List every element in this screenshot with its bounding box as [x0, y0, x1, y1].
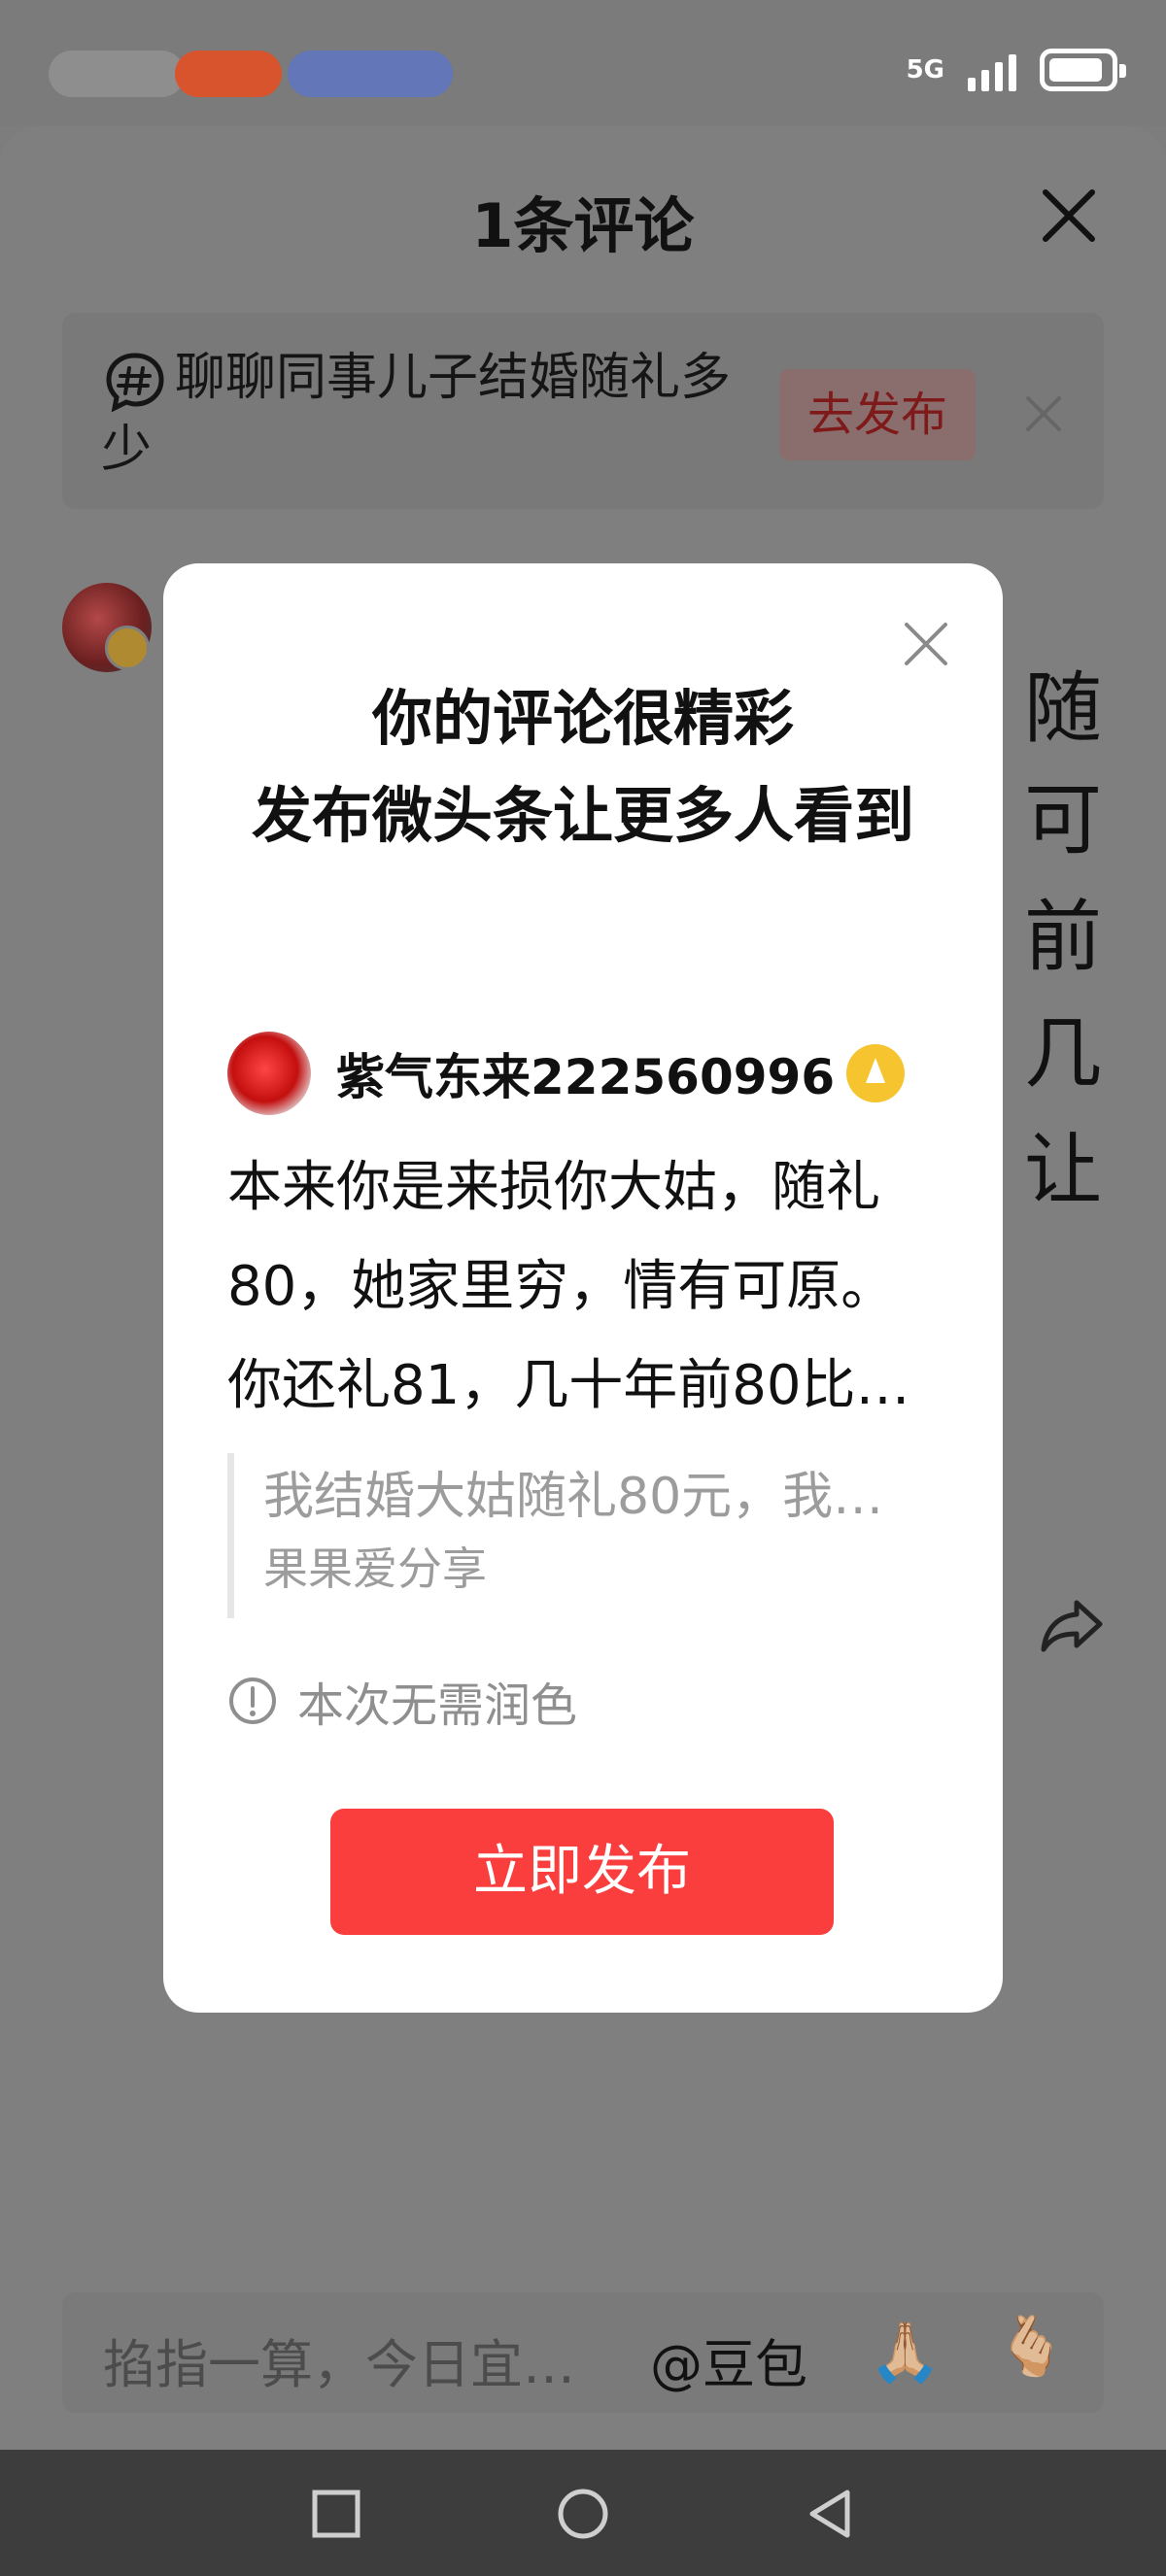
bg-comment-text: 前 [1024, 892, 1102, 982]
topic-bar[interactable]: 聊聊同事儿子结婚随礼多少 去发布 [62, 313, 1104, 509]
publish-modal: 你的评论很精彩 发布微头条让更多人看到 紫气东来222560996 本来你是来损… [163, 563, 1003, 2013]
battery-icon [1040, 49, 1126, 91]
publish-now-button[interactable]: 立即发布 [330, 1809, 834, 1935]
notice: 本次无需润色 [227, 1667, 577, 1735]
recents-icon[interactable] [309, 2487, 363, 2541]
back-icon[interactable] [803, 2487, 857, 2541]
bg-comment-text: 随 [1024, 663, 1102, 754]
notice-text: 本次无需润色 [297, 1678, 578, 1733]
navigation-bar [0, 2450, 1166, 2576]
close-icon[interactable] [1040, 186, 1098, 245]
close-icon[interactable] [902, 620, 950, 668]
avatar[interactable] [62, 583, 152, 672]
signal-icon [968, 49, 1016, 91]
topic-publish-button[interactable]: 去发布 [779, 369, 976, 460]
share-icon[interactable] [1040, 1593, 1104, 1657]
status-notification-icons-blue [288, 51, 453, 97]
home-icon[interactable] [556, 2487, 610, 2541]
sheet-title: 1条评论 [471, 190, 695, 261]
quoted-post: 我结婚大姑随礼80元，我… 果果爱分享 [227, 1453, 944, 1618]
bg-comment-text: 可 [1024, 775, 1102, 865]
status-bar: 5G [0, 0, 1166, 126]
modal-headline-line1: 你的评论很精彩 [371, 683, 794, 754]
author-row: 紫气东来222560996 [227, 1032, 906, 1115]
info-icon [229, 1678, 276, 1724]
quoted-post-author: 果果爱分享 [263, 1542, 487, 1595]
quoted-post-text: 我结婚大姑随礼80元，我… [263, 1468, 884, 1526]
emoji-pray-button[interactable]: 🙏🏼 [869, 2318, 942, 2387]
network-type-label: 5G [906, 55, 944, 85]
topic-text: 聊聊同事儿子结婚随礼多少 [101, 349, 732, 479]
bg-comment-text: 让 [1024, 1125, 1102, 1215]
dismiss-icon[interactable] [1024, 394, 1063, 433]
emoji-heart-button[interactable]: 🫰🏼 [995, 2312, 1068, 2381]
creator-badge-icon [846, 1044, 906, 1102]
modal-headline-line2: 发布微头条让更多人看到 [251, 780, 914, 851]
comment-input[interactable]: 掐指一算，今日宜… @豆包 🙏🏼 🫰🏼 [62, 2292, 1104, 2413]
status-notification-icons [49, 51, 185, 97]
status-notification-icons-red [175, 51, 282, 97]
author-name: 紫气东来222560996 [336, 1049, 836, 1105]
bg-comment-text: 几 [1024, 1008, 1102, 1099]
mention-doubao-button[interactable]: @豆包 [650, 2322, 807, 2398]
badge-icon [105, 626, 150, 670]
modal-headline: 你的评论很精彩 发布微头条让更多人看到 [231, 670, 935, 864]
comment-text: 本来你是来损你大姑，随礼80，她家里穷，情有可原。你还礼81，几十年前80比… [227, 1156, 910, 1417]
avatar [227, 1032, 311, 1115]
comment-input-placeholder[interactable]: 掐指一算，今日宜… [103, 2322, 575, 2398]
